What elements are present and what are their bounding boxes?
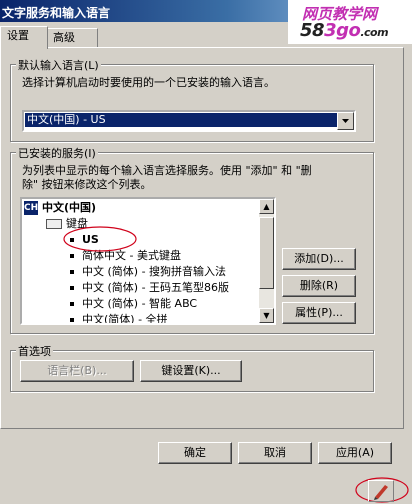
- installed-services-description-2: 除" 按钮来修改这个列表。: [22, 178, 152, 191]
- status-bar: [0, 476, 412, 504]
- window-title: 文字服务和输入语言: [2, 6, 111, 20]
- ok-button[interactable]: 确定: [158, 442, 232, 464]
- dropdown-arrow-icon[interactable]: [337, 112, 354, 130]
- selected-language: 中文(中国) - US: [25, 113, 339, 127]
- tree-item[interactable]: 中文(简体) - 全拼: [70, 313, 168, 323]
- apply-button[interactable]: 应用(A): [318, 442, 392, 464]
- language-bar-button[interactable]: 语言栏(B)...: [20, 360, 134, 382]
- annotation-ellipse: [63, 226, 137, 252]
- tab-advanced[interactable]: 高级: [46, 28, 98, 47]
- default-language-legend: 默认输入语言(L): [16, 57, 101, 73]
- tree-item[interactable]: 中文 (简体) - 智能 ABC: [70, 297, 197, 311]
- scroll-down-icon[interactable]: ▼: [259, 308, 274, 323]
- key-settings-button[interactable]: 键设置(K)...: [140, 360, 242, 382]
- default-language-description: 选择计算机启动时要使用的一个已安装的输入语言。: [22, 76, 275, 89]
- services-tree[interactable]: CH 中文(中国) 键盘 US 简体中文 - 美式键盘 中文 (简体) - 搜狗拼…: [20, 197, 276, 325]
- default-language-select[interactable]: 中文(中国) - US: [22, 110, 356, 132]
- tree-item[interactable]: 中文 (简体) - 搜狗拼音输入法: [70, 265, 226, 279]
- tree-item[interactable]: 中文 (简体) - 王码五笔型86版: [70, 281, 229, 295]
- preferences-legend: 首选项: [16, 343, 53, 359]
- watermark-domain: 583go.com: [300, 20, 389, 41]
- properties-button[interactable]: 属性(P)...: [282, 302, 356, 324]
- installed-services-legend: 已安装的服务(I): [16, 145, 98, 161]
- add-button[interactable]: 添加(D)...: [282, 248, 356, 270]
- watermark-logo: 网页教学网 583go.com: [288, 0, 412, 44]
- scroll-up-icon[interactable]: ▲: [259, 199, 274, 214]
- tree-scrollbar[interactable]: ▲ ▼: [259, 199, 274, 323]
- pen-icon[interactable]: [368, 480, 394, 502]
- cancel-button[interactable]: 取消: [238, 442, 312, 464]
- remove-button[interactable]: 删除(R): [282, 275, 356, 297]
- language-ch-icon: CH: [24, 201, 39, 215]
- scroll-thumb[interactable]: [259, 217, 274, 289]
- tab-settings[interactable]: 设置: [0, 26, 48, 49]
- tree-language-node[interactable]: CH 中文(中国): [24, 201, 96, 215]
